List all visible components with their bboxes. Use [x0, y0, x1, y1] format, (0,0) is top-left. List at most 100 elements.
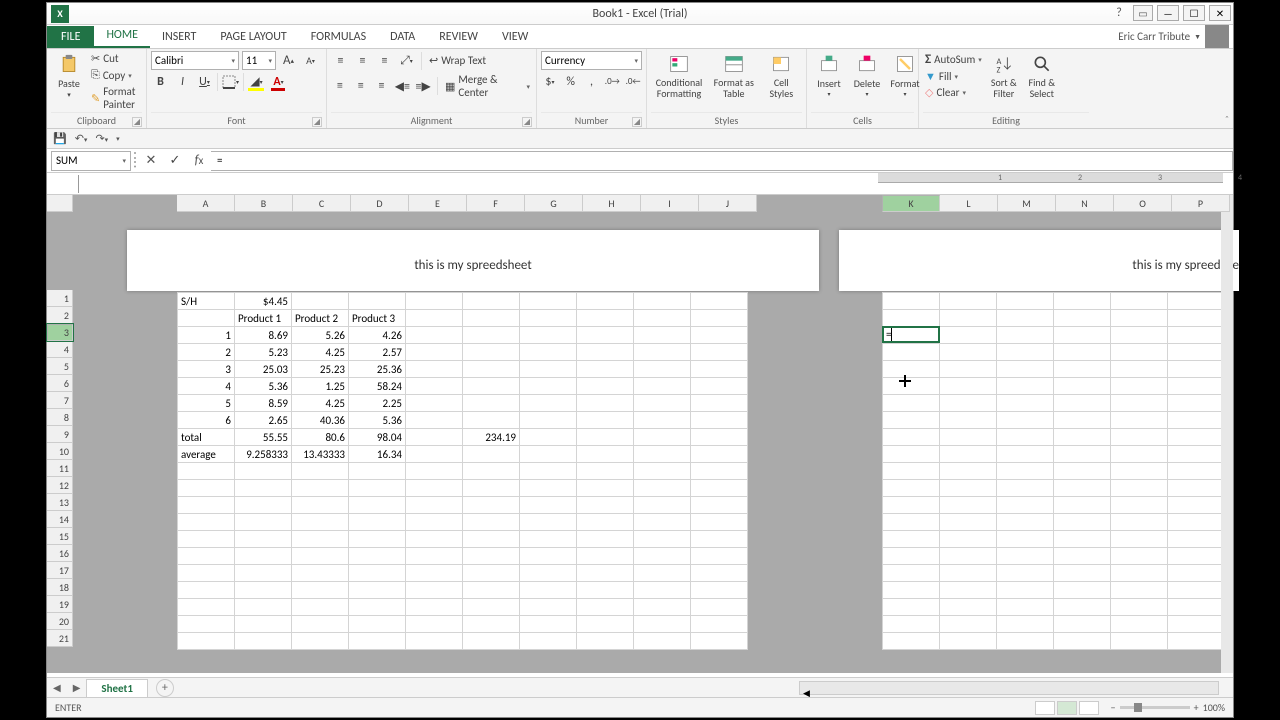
cell-F7[interactable]: [463, 395, 520, 412]
view-page-break-icon[interactable]: [1079, 701, 1099, 715]
cell-C5[interactable]: 25.23: [292, 361, 349, 378]
cell-J21[interactable]: [691, 633, 748, 650]
cell-E19[interactable]: [406, 599, 463, 616]
cell-B21[interactable]: [235, 633, 292, 650]
cell-K4[interactable]: [883, 344, 940, 361]
cell-L10[interactable]: [940, 446, 997, 463]
align-center-icon[interactable]: ≡: [352, 77, 370, 96]
cell-D2[interactable]: Product 3: [349, 310, 406, 327]
cell-F11[interactable]: [463, 463, 520, 480]
collapse-ribbon-icon[interactable]: ˆ: [1225, 113, 1229, 126]
cell-L12[interactable]: [940, 480, 997, 497]
cell-I16[interactable]: [634, 548, 691, 565]
cell-I12[interactable]: [634, 480, 691, 497]
cell-J3[interactable]: [691, 327, 748, 344]
cell-M14[interactable]: [997, 514, 1054, 531]
cell-M15[interactable]: [997, 531, 1054, 548]
cell-C9[interactable]: 80.6: [292, 429, 349, 446]
cell-J11[interactable]: [691, 463, 748, 480]
cell-B7[interactable]: 8.59: [235, 395, 292, 412]
horizontal-scrollbar[interactable]: ◀: [799, 681, 1219, 695]
cell-K9[interactable]: [883, 429, 940, 446]
cell-A15[interactable]: [178, 531, 235, 548]
row-header-20[interactable]: 20: [47, 613, 73, 630]
view-normal-icon[interactable]: [1035, 701, 1055, 715]
cell-O15[interactable]: [1111, 531, 1168, 548]
cell-H3[interactable]: [577, 327, 634, 344]
cell-C19[interactable]: [292, 599, 349, 616]
cell-B9[interactable]: 55.55: [235, 429, 292, 446]
cell-F15[interactable]: [463, 531, 520, 548]
cell-L1[interactable]: [940, 293, 997, 310]
decrease-font-icon[interactable]: A▾: [301, 51, 320, 70]
cell-D17[interactable]: [349, 565, 406, 582]
cell-N16[interactable]: [1054, 548, 1111, 565]
cell-O1[interactable]: [1111, 293, 1168, 310]
increase-indent-icon[interactable]: ≡▶: [414, 77, 432, 96]
cell-D21[interactable]: [349, 633, 406, 650]
cell-J14[interactable]: [691, 514, 748, 531]
align-right-icon[interactable]: ≡: [373, 77, 391, 96]
cell-C2[interactable]: Product 2: [292, 310, 349, 327]
wrap-text-button[interactable]: ↩Wrap Text: [427, 53, 488, 68]
cell-M19[interactable]: [997, 599, 1054, 616]
cell-P4[interactable]: [1168, 344, 1225, 361]
cell-J1[interactable]: [691, 293, 748, 310]
cell-A5[interactable]: 3: [178, 361, 235, 378]
alignment-launcher[interactable]: ◢: [522, 117, 532, 127]
enter-formula-button[interactable]: ✓: [163, 151, 187, 171]
cell-G11[interactable]: [520, 463, 577, 480]
cell-O14[interactable]: [1111, 514, 1168, 531]
cell-H14[interactable]: [577, 514, 634, 531]
row-header-18[interactable]: 18: [47, 579, 73, 596]
cell-N3[interactable]: [1054, 327, 1111, 344]
cell-M1[interactable]: [997, 293, 1054, 310]
cell-N6[interactable]: [1054, 378, 1111, 395]
cell-H7[interactable]: [577, 395, 634, 412]
cell-L7[interactable]: [940, 395, 997, 412]
row-header-2[interactable]: 2: [47, 307, 73, 324]
cell-B6[interactable]: 5.36: [235, 378, 292, 395]
zoom-in-button[interactable]: +: [1194, 701, 1199, 714]
cell-G4[interactable]: [520, 344, 577, 361]
cell-E5[interactable]: [406, 361, 463, 378]
cell-C16[interactable]: [292, 548, 349, 565]
cell-G20[interactable]: [520, 616, 577, 633]
cell-D18[interactable]: [349, 582, 406, 599]
cell-K19[interactable]: [883, 599, 940, 616]
cell-K14[interactable]: [883, 514, 940, 531]
cell-G1[interactable]: [520, 293, 577, 310]
cell-N21[interactable]: [1054, 633, 1111, 650]
cell-B8[interactable]: 2.65: [235, 412, 292, 429]
cell-N14[interactable]: [1054, 514, 1111, 531]
cell-L6[interactable]: [940, 378, 997, 395]
cell-K21[interactable]: [883, 633, 940, 650]
cell-N13[interactable]: [1054, 497, 1111, 514]
cell-C6[interactable]: 1.25: [292, 378, 349, 395]
cell-K12[interactable]: [883, 480, 940, 497]
cell-N19[interactable]: [1054, 599, 1111, 616]
tab-home[interactable]: HOME: [94, 24, 150, 48]
cell-L17[interactable]: [940, 565, 997, 582]
cell-I4[interactable]: [634, 344, 691, 361]
cell-D5[interactable]: 25.36: [349, 361, 406, 378]
cell-M2[interactable]: [997, 310, 1054, 327]
col-header-N[interactable]: N: [1056, 195, 1114, 212]
cell-K18[interactable]: [883, 582, 940, 599]
cell-A7[interactable]: 5: [178, 395, 235, 412]
cell-O20[interactable]: [1111, 616, 1168, 633]
cell-E15[interactable]: [406, 531, 463, 548]
cell-E21[interactable]: [406, 633, 463, 650]
cell-M7[interactable]: [997, 395, 1054, 412]
cell-J9[interactable]: [691, 429, 748, 446]
col-header-O[interactable]: O: [1114, 195, 1172, 212]
row-header-9[interactable]: 9: [47, 426, 73, 443]
cell-N17[interactable]: [1054, 565, 1111, 582]
clipboard-launcher[interactable]: ◢: [132, 117, 142, 127]
col-header-L[interactable]: L: [940, 195, 998, 212]
percent-icon[interactable]: %: [562, 72, 580, 91]
tab-page-layout[interactable]: PAGE LAYOUT: [208, 26, 298, 48]
cell-D15[interactable]: [349, 531, 406, 548]
cell-F20[interactable]: [463, 616, 520, 633]
name-box[interactable]: SUM▾: [51, 151, 131, 171]
